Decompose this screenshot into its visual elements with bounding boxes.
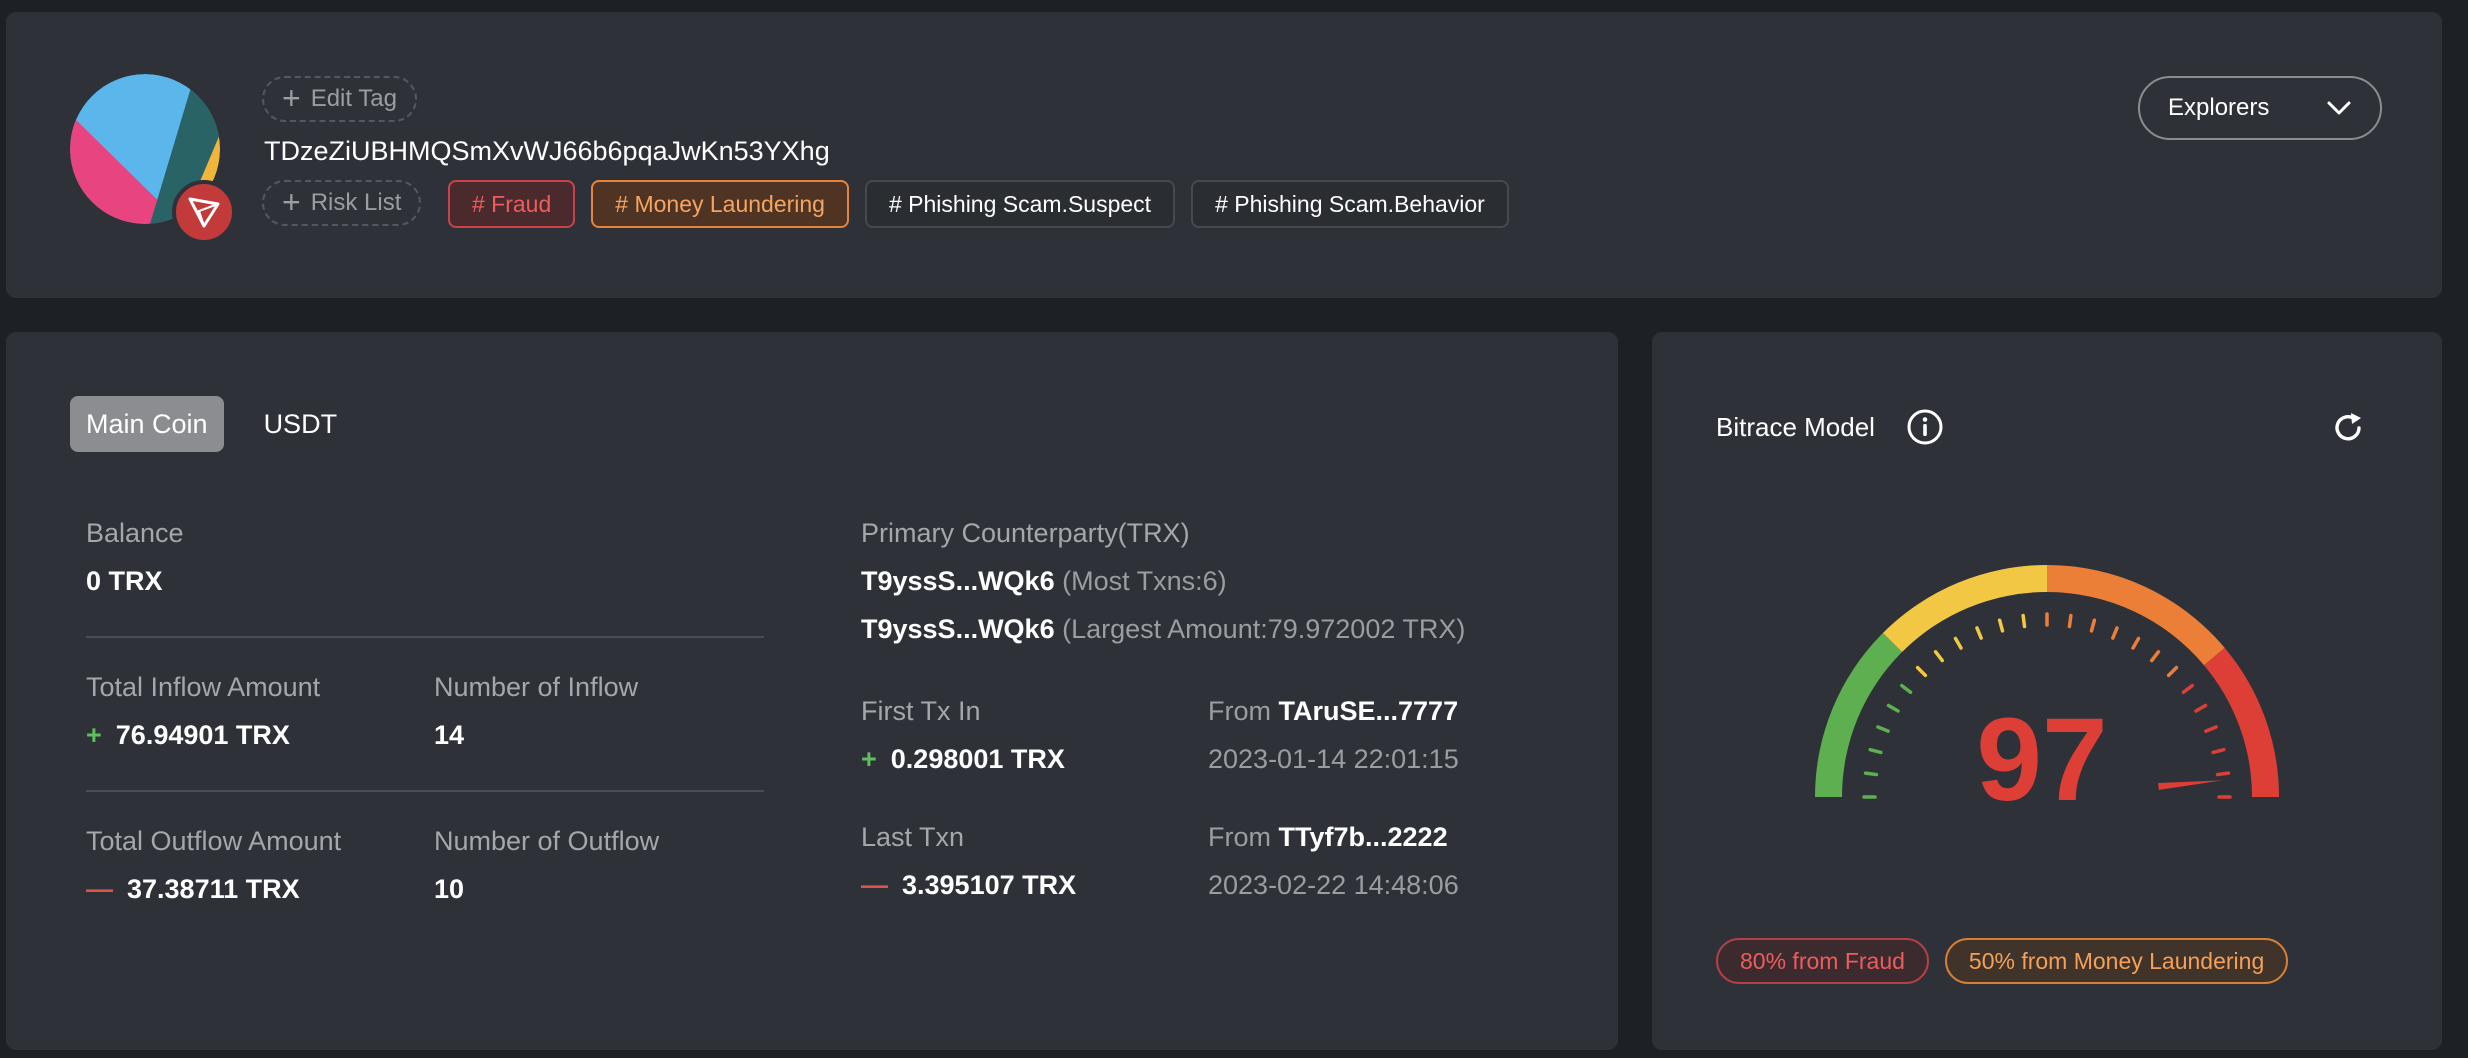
plus-icon: + — [861, 744, 877, 774]
first-tx-from: From TAruSE...7777 — [1208, 696, 1458, 727]
inflow-amount-text: 76.94901 TRX — [115, 720, 290, 750]
inflow-count-value: 14 — [434, 720, 465, 750]
tab-usdt[interactable]: USDT — [248, 396, 354, 452]
risk-source-chips: 80% from Fraud 50% from Money Laundering — [1716, 938, 2289, 984]
gauge-tick — [2204, 725, 2218, 733]
last-tx-from: From TTyf7b...2222 — [1208, 822, 1448, 853]
gauge-tick — [1863, 771, 1879, 777]
counterparty-address-link[interactable]: T9yssS...WQk6 — [861, 566, 1055, 596]
outflow-count-label: Number of Outflow — [434, 826, 660, 856]
stats-card: Main Coin USDT Balance 0 TRX Total Inflo… — [6, 332, 1618, 1050]
balance-value: 0 TRX — [86, 566, 163, 596]
gauge-segment — [2047, 565, 2225, 666]
gauge-segment — [2204, 647, 2279, 797]
risk-score-gauge: 97 — [1815, 565, 2279, 822]
outflow-count-value: 10 — [434, 874, 465, 904]
gauge-tick — [1933, 650, 1945, 663]
gauge-tick — [1900, 683, 1913, 695]
counterparty-note: (Largest Amount:79.972002 TRX) — [1062, 614, 1466, 644]
gauge-tick — [2067, 613, 2073, 629]
first-tx-label: First Tx In — [861, 696, 981, 726]
plus-icon: + — [282, 183, 301, 220]
from-label: From — [1208, 822, 1271, 852]
tab-main-coin[interactable]: Main Coin — [70, 396, 224, 452]
gauge-segment — [1815, 632, 1903, 797]
info-icon[interactable] — [1906, 408, 1944, 446]
gauge-needle — [2158, 780, 2223, 790]
last-tx-time: 2023-02-22 14:48:06 — [1208, 870, 1459, 900]
outflow-amount-text: 37.38711 TRX — [127, 874, 300, 904]
plus-icon: + — [282, 79, 301, 116]
risk-model-card: Bitrace Model 97 80% from Fraud 50% from… — [1652, 332, 2442, 1050]
gauge-tick — [1886, 703, 1900, 713]
counterparty-row: T9yssS...WQk6 (Largest Amount:79.972002 … — [861, 614, 1465, 645]
minus-icon: — — [86, 874, 113, 904]
first-tx-time: 2023-01-14 22:01:15 — [1208, 744, 1459, 774]
gauge-tick — [1997, 618, 2005, 633]
gauge-tick — [1915, 665, 1928, 678]
explorers-label: Explorers — [2168, 94, 2270, 121]
coin-tabs: Main Coin USDT — [70, 396, 353, 452]
first-tx-amount: +0.298001 TRX — [861, 744, 1065, 775]
first-tx-amount-text: 0.298001 TRX — [890, 744, 1065, 774]
gauge-tick — [2111, 626, 2119, 640]
divider — [86, 790, 764, 792]
gauge-tick — [1975, 626, 1983, 640]
from-label: From — [1208, 696, 1271, 726]
risk-list-button[interactable]: + Risk List — [262, 180, 422, 226]
gauge-tick — [2089, 618, 2097, 633]
gauge-tick — [2021, 613, 2027, 629]
refresh-icon[interactable] — [2330, 410, 2366, 446]
counterparty-label: Primary Counterparty(TRX) — [861, 518, 1190, 548]
last-tx-amount: — 3.395107 TRX — [861, 870, 1076, 901]
inflow-amount-label: Total Inflow Amount — [86, 672, 321, 702]
counterparty-address-link[interactable]: T9yssS...WQk6 — [861, 614, 1055, 644]
edit-tag-button[interactable]: + Edit Tag — [262, 76, 417, 122]
gauge-tick — [1953, 636, 1963, 650]
gauge-tick — [2181, 683, 2194, 695]
gauge-tick — [2194, 703, 2208, 713]
counterparty-row: T9yssS...WQk6 (Most Txns:6) — [861, 566, 1227, 597]
first-tx-from-address[interactable]: TAruSE...7777 — [1279, 696, 1459, 726]
gauge-tick — [2131, 636, 2141, 650]
gauge-segment — [1882, 565, 2047, 653]
divider — [86, 636, 764, 638]
gauge-tick — [1876, 725, 1890, 733]
edit-tag-label: Edit Tag — [310, 85, 397, 112]
wallet-address: TDzeZiUBHMQSmXvWJ66b6pqaJwKn53YXhg — [264, 136, 830, 166]
risk-score-value: 97 — [1976, 694, 2107, 822]
tag-phishing-behavior[interactable]: # Phishing Scam.Behavior — [1191, 180, 1509, 228]
minus-icon: — — [861, 870, 888, 900]
address-header-card: + Edit Tag TDzeZiUBHMQSmXvWJ66b6pqaJwKn5… — [6, 12, 2442, 298]
tag-money-laundering[interactable]: # Money Laundering — [591, 180, 849, 228]
gauge-tick — [2149, 650, 2161, 663]
plus-icon: + — [86, 720, 102, 750]
counterparty-note: (Most Txns:6) — [1062, 566, 1227, 596]
model-title: Bitrace Model — [1716, 412, 1875, 442]
tron-icon — [172, 180, 236, 244]
inflow-amount-value: +76.94901 TRX — [86, 720, 290, 751]
last-tx-from-address[interactable]: TTyf7b...2222 — [1279, 822, 1448, 852]
balance-label: Balance — [86, 518, 184, 548]
tag-fraud[interactable]: # Fraud — [448, 180, 576, 228]
outflow-amount-label: Total Outflow Amount — [86, 826, 342, 856]
last-tx-amount-text: 3.395107 TRX — [902, 870, 1077, 900]
last-tx-label: Last Txn — [861, 822, 965, 852]
chevron-down-icon — [2327, 101, 2351, 115]
explorers-dropdown[interactable]: Explorers — [2138, 76, 2382, 140]
tag-phishing-suspect[interactable]: # Phishing Scam.Suspect — [864, 180, 1176, 228]
risk-chip-money-laundering: 50% from Money Laundering — [1944, 938, 2289, 984]
gauge-tick — [2211, 747, 2226, 755]
inflow-count-label: Number of Inflow — [434, 672, 639, 702]
gauge-tick — [2166, 665, 2179, 678]
risk-chip-fraud: 80% from Fraud — [1716, 938, 1929, 984]
gauge-tick — [2215, 771, 2231, 777]
gauge-tick — [1868, 747, 1883, 755]
tag-list: # Fraud # Money Laundering # Phishing Sc… — [448, 180, 1509, 228]
risk-list-label: Risk List — [310, 189, 402, 216]
outflow-amount-value: — 37.38711 TRX — [86, 874, 300, 905]
